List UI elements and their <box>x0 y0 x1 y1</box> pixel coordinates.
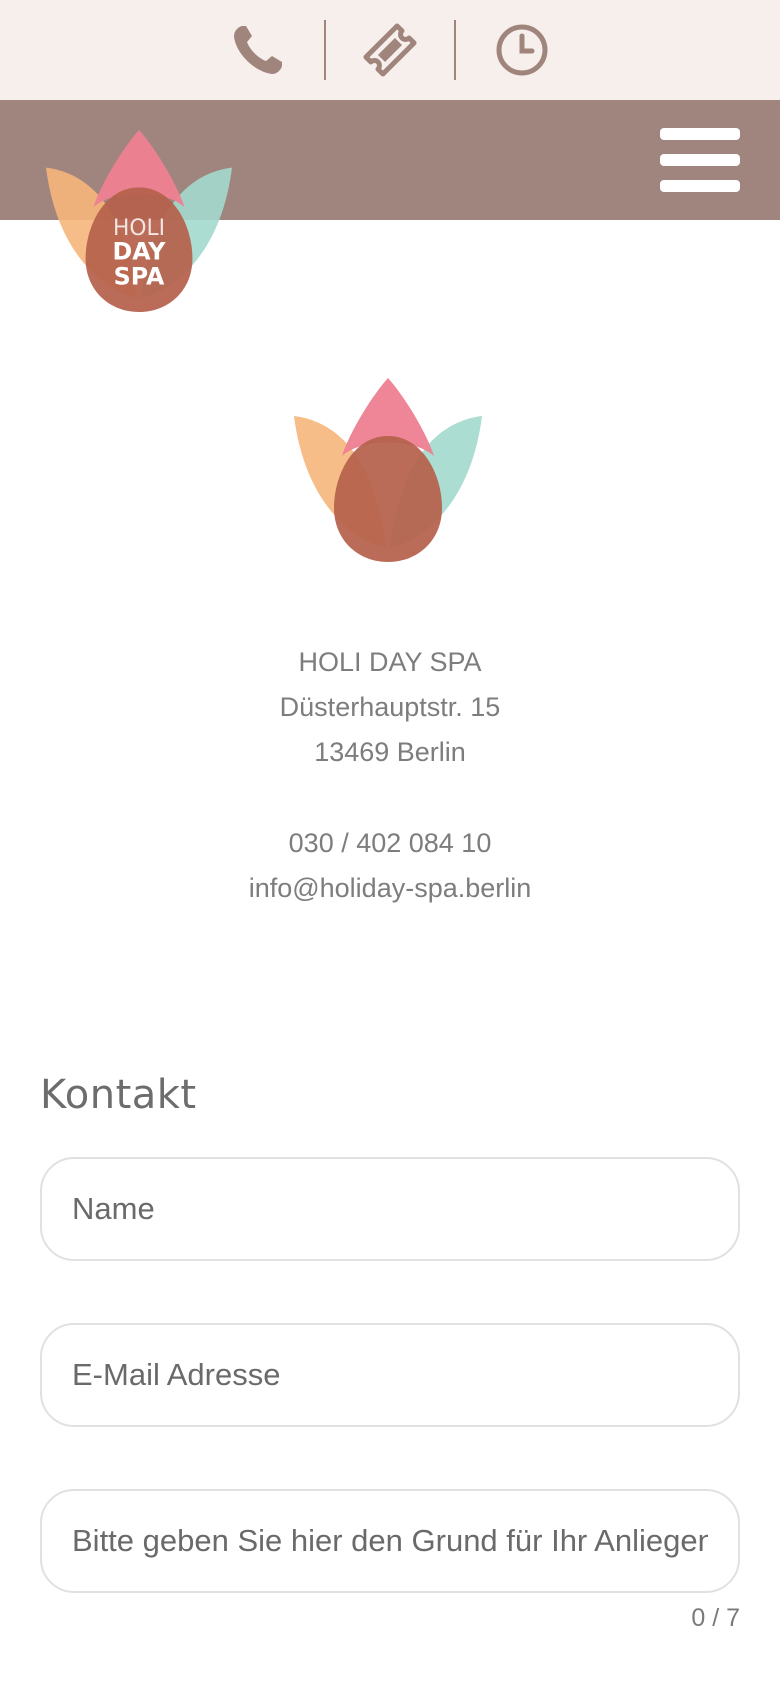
separator <box>324 20 326 80</box>
company-name: HOLI DAY SPA <box>298 647 482 677</box>
menu-bar <box>660 154 740 166</box>
menu-bar <box>660 128 740 140</box>
logo-text-spa: SPA <box>114 262 165 290</box>
email-input[interactable] <box>72 1325 708 1425</box>
name-field[interactable] <box>40 1157 740 1261</box>
top-contact-bar <box>0 0 780 100</box>
separator <box>454 20 456 80</box>
email-link[interactable]: info@holiday-spa.berlin <box>0 866 780 911</box>
character-counter: 0 / 7 <box>691 1604 740 1632</box>
city: 13469 Berlin <box>314 737 466 767</box>
name-input[interactable] <box>72 1159 708 1259</box>
menu-bar <box>660 180 740 192</box>
holi-day-spa-logo[interactable]: HOLI DAY SPA <box>46 130 234 312</box>
reason-field[interactable] <box>40 1489 740 1593</box>
address-block: HOLI DAY SPA Düsterhauptstr. 15 13469 Be… <box>0 640 780 911</box>
contact-title: Kontakt <box>40 1072 197 1118</box>
ticket-icon[interactable] <box>360 20 420 80</box>
street: Düsterhauptstr. 15 <box>279 692 501 722</box>
clock-icon[interactable] <box>492 20 552 80</box>
lotus-logo-large <box>294 378 482 562</box>
hamburger-menu-icon[interactable] <box>660 128 740 192</box>
phone-icon[interactable] <box>228 20 288 80</box>
reason-input[interactable] <box>72 1491 708 1591</box>
email-field[interactable] <box>40 1323 740 1427</box>
phone-number[interactable]: 030 / 402 084 10 <box>0 821 780 866</box>
